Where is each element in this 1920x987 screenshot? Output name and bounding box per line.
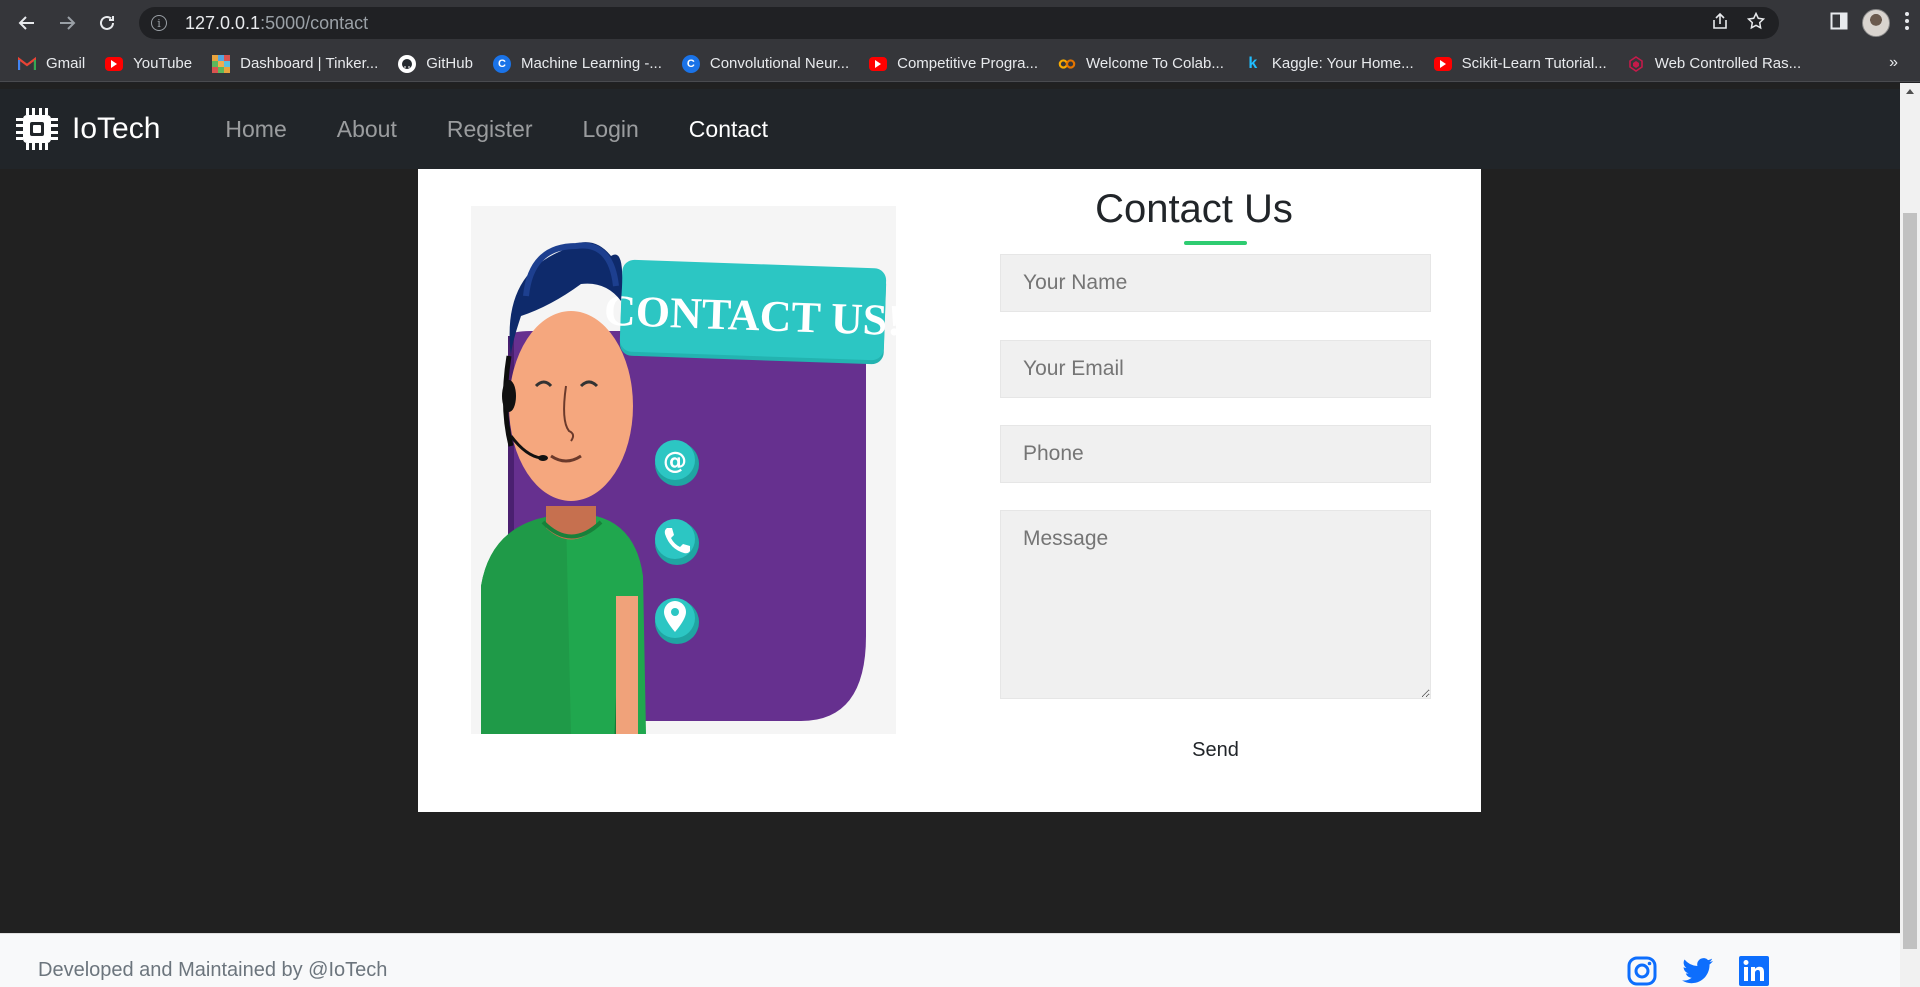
- bookmarks-bar: Gmail YouTube Dashboard | Tinker... GitH…: [0, 46, 1920, 82]
- gmail-icon: [18, 55, 36, 73]
- bookmark-label: Web Controlled Ras...: [1654, 55, 1802, 72]
- twitter-icon[interactable]: [1681, 954, 1715, 987]
- more-bookmarks-icon[interactable]: »: [1889, 54, 1898, 72]
- bookmark-label: Machine Learning -...: [520, 55, 662, 72]
- nav-link-contact[interactable]: Contact: [664, 116, 793, 143]
- chip-icon: [14, 106, 60, 152]
- url-host: 127.0.0.1: [185, 12, 261, 33]
- tinkercad-icon: [212, 54, 231, 73]
- share-icon[interactable]: [1711, 12, 1729, 35]
- svg-text:@: @: [663, 447, 687, 475]
- colab-icon: [1058, 55, 1076, 73]
- kaggle-icon: k: [1248, 54, 1258, 72]
- banner-text: CONTACT US!: [603, 286, 896, 345]
- page-scrollbar[interactable]: [1900, 83, 1920, 987]
- bookmark-label: Kaggle: Your Home...: [1271, 55, 1414, 72]
- linkedin-icon[interactable]: [1737, 954, 1771, 987]
- bookmark-gmail[interactable]: Gmail: [18, 55, 85, 73]
- bookmark-tinkercad[interactable]: Dashboard | Tinker...: [212, 54, 379, 73]
- site-info-icon[interactable]: i: [151, 15, 167, 31]
- youtube-icon: [1433, 56, 1452, 71]
- site-footer: Developed and Maintained by @IoTech: [0, 933, 1900, 987]
- bookmark-convolutional[interactable]: C Convolutional Neur...: [681, 54, 850, 73]
- bookmark-label: GitHub: [426, 55, 473, 72]
- nav-links: Home About Register Login Contact: [200, 116, 793, 143]
- bookmark-label: Dashboard | Tinker...: [240, 55, 379, 72]
- nav-link-home[interactable]: Home: [200, 116, 311, 143]
- youtube-icon: [869, 56, 888, 71]
- brand-name: IoTech: [72, 112, 161, 145]
- message-textarea[interactable]: [1000, 510, 1431, 699]
- bookmark-label: YouTube: [133, 55, 193, 72]
- contact-illustration: CONTACT US! @: [471, 206, 903, 735]
- bookmark-label: Competitive Progra...: [897, 55, 1039, 72]
- github-icon: [398, 54, 417, 73]
- scroll-up-arrow-icon[interactable]: [1906, 89, 1914, 94]
- bookmark-star-icon[interactable]: [1746, 11, 1766, 35]
- nav-link-login[interactable]: Login: [558, 116, 664, 143]
- bookmark-youtube[interactable]: YouTube: [105, 55, 192, 72]
- menu-kebab-icon[interactable]: [1904, 11, 1910, 36]
- contact-card: CONTACT US! @ Contact Us Your Name Your …: [418, 169, 1481, 812]
- bookmark-label: Welcome To Colab...: [1086, 55, 1224, 72]
- bookmark-kaggle[interactable]: k Kaggle: Your Home...: [1244, 54, 1414, 73]
- bookmark-web-controlled[interactable]: Web Controlled Ras...: [1627, 55, 1801, 73]
- back-icon[interactable]: [7, 5, 47, 41]
- name-input[interactable]: [1000, 254, 1431, 312]
- side-panel-icon[interactable]: [1830, 12, 1848, 35]
- reload-icon[interactable]: [87, 5, 127, 41]
- bookmark-machine-learning[interactable]: C Machine Learning -...: [492, 54, 662, 73]
- instagram-icon[interactable]: [1625, 954, 1659, 987]
- coursera-icon: C: [681, 54, 700, 73]
- brand[interactable]: IoTech: [14, 106, 160, 152]
- address-bar[interactable]: i 127.0.0.1:5000/contact: [139, 7, 1779, 39]
- bookmark-competitive[interactable]: Competitive Progra...: [869, 55, 1038, 72]
- contact-title: Contact Us: [1095, 187, 1293, 231]
- bookmark-label: Scikit-Learn Tutorial...: [1461, 55, 1607, 72]
- title-underline: [1184, 241, 1247, 245]
- bookmark-scikit[interactable]: Scikit-Learn Tutorial...: [1433, 55, 1607, 72]
- nav-link-about[interactable]: About: [312, 116, 422, 143]
- bookmark-github[interactable]: GitHub: [398, 54, 473, 73]
- footer-text: Developed and Maintained by @IoTech: [38, 959, 388, 981]
- email-input[interactable]: [1000, 340, 1431, 398]
- nav-link-register[interactable]: Register: [422, 116, 558, 143]
- bookmark-label: Convolutional Neur...: [709, 55, 850, 72]
- social-links: [1625, 954, 1771, 987]
- site-navbar: IoTech Home About Register Login Contact: [0, 89, 1900, 169]
- url-path: :5000/contact: [260, 12, 369, 33]
- profile-avatar[interactable]: [1862, 9, 1890, 37]
- phone-input[interactable]: [1000, 425, 1431, 483]
- coursera-icon: C: [492, 54, 511, 73]
- bookmark-label: Gmail: [46, 55, 86, 72]
- scroll-thumb[interactable]: [1903, 213, 1917, 949]
- bookmark-colab[interactable]: Welcome To Colab...: [1058, 55, 1224, 73]
- raspberry-icon: [1627, 55, 1645, 73]
- forward-icon[interactable]: [47, 5, 87, 41]
- page-viewport: IoTech Home About Register Login Contact…: [0, 83, 1900, 987]
- send-button[interactable]: Send: [1000, 733, 1431, 767]
- browser-toolbar: i 127.0.0.1:5000/contact: [0, 0, 1920, 46]
- youtube-icon: [105, 56, 124, 71]
